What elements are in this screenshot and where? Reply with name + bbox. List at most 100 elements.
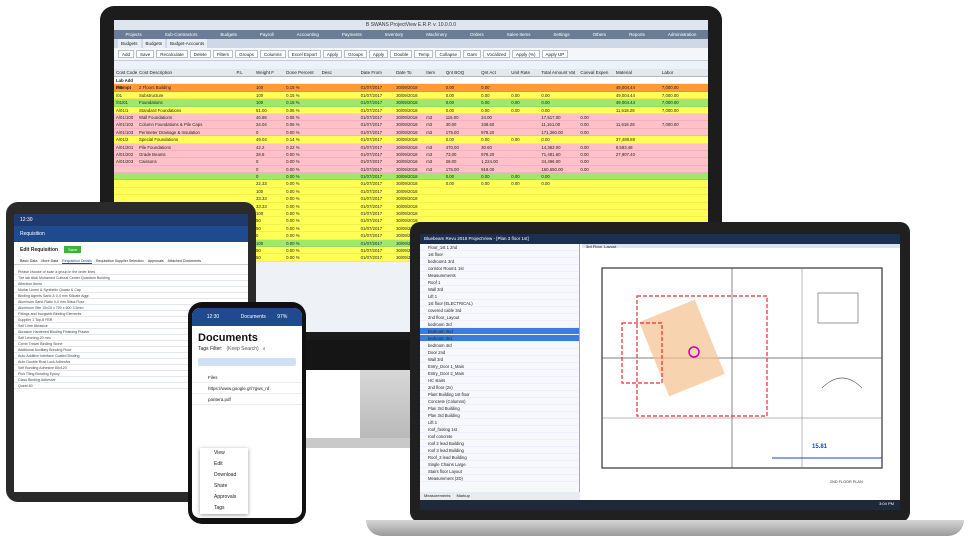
column-header[interactable]: Weight F [256,69,286,76]
menu-item[interactable]: Payroll [260,30,274,39]
menu-item[interactable]: Sales-Items [507,30,531,39]
column-header[interactable]: Desc [322,69,342,76]
tree-item[interactable]: 2nd floor_Layout [420,314,579,321]
table-row[interactable]: A/01/201 Pile Foundations 42.2 0.22 % 01/07/… [114,143,708,151]
tree-item[interactable]: roof_footing 1st [420,426,579,433]
table-row[interactable]: /01/01 Foundations 100 0.15 % 01/07/2017 30/0… [114,99,708,107]
menu-item[interactable]: Orders [470,30,484,39]
save-button[interactable]: Save [64,246,82,253]
menu-item[interactable]: Budgets [220,30,237,39]
menu-item[interactable]: Others [593,30,607,39]
column-header[interactable]: Total Amount Vat [541,69,580,76]
column-header[interactable]: Material [616,69,662,76]
tree-item[interactable]: corridor Room1 1st [420,265,579,272]
tree-item[interactable]: Lift 1 [420,419,579,426]
tree-item[interactable]: Measurement (2D) [420,475,579,482]
tree-item[interactable]: bedroom 3rd [420,335,579,342]
column-header[interactable]: Coeval Expen [580,69,615,76]
toolbar-button[interactable]: Collapse [435,50,461,58]
tree-item[interactable]: Door 2nd [420,349,579,356]
tree-item[interactable]: Lift 1 [420,293,579,300]
table-row[interactable]: A/01/203 Caissons 0 0.00 % 01/07/2017 30/09/2… [114,158,708,166]
tree-item[interactable]: bedroom 4rd [420,342,579,349]
tab-markup[interactable]: Markup [456,492,469,500]
menu-item[interactable]: Tags [200,503,248,514]
tree-item[interactable]: Roof 1 [420,279,579,286]
column-header[interactable]: Cost Description [139,69,236,76]
tree-item[interactable]: Plan 3rd Building [420,412,579,419]
tree-item[interactable]: bedroom1 3rd [420,258,579,265]
tablet-tab[interactable]: Approvals [148,257,164,264]
menu-item[interactable]: Machinery [426,30,447,39]
tree-item[interactable]: Stairs floor Layout [420,468,579,475]
tree-item[interactable]: Concrete (Columns) [420,398,579,405]
table-row[interactable]: A/01/103 Perimeter Drainage & Insulation 0… [114,128,708,137]
column-header[interactable] [341,69,361,76]
menu-item[interactable]: Payments [342,30,362,39]
menu-item[interactable]: Sub-Contractors [165,30,198,39]
tree-item[interactable]: Wall 3rd [420,286,579,293]
toolbar-button[interactable]: Groups [344,50,367,58]
table-row[interactable]: 22.33 0.00 % 01/07/2017 30/09/2018 0.00 0.00 0… [114,180,708,188]
menu-item[interactable]: Projects [125,30,141,39]
file-item[interactable]: pantera.pdf [192,394,302,405]
tree-item[interactable]: Roof_3 lead Building [420,454,579,461]
tree-item[interactable]: Wall 3rd [420,356,579,363]
table-row[interactable]: /2B 2 Floors Building 100 0.15 % 01/07/2017 3… [114,84,708,92]
toolbar-button[interactable]: Vocalized [482,50,510,58]
table-row[interactable]: 0 0.00 % 01/07/2017 30/09/2018 m3 175.00 918.0… [114,165,708,174]
column-header[interactable]: Date From [361,69,396,76]
toolbar-button[interactable]: Delete [189,50,211,58]
table-row[interactable]: A/01/1 Standard Foundations 51.00 0.06 % 01/… [114,106,708,114]
tablet-tab[interactable]: Basic Data [20,257,37,264]
document-tab[interactable]: Budget-Accounts [167,39,208,48]
menu-item[interactable]: Share [200,481,248,492]
column-header[interactable]: Unit Rate [511,69,541,76]
toolbar-button[interactable]: Gant [462,50,481,58]
tablet-tab[interactable]: More Data [41,257,58,264]
table-row[interactable]: A/01/202 Grade Beams 28.8 0.00 % 01/07/2017 3… [114,150,708,159]
toolbar-button[interactable]: Add [118,50,135,58]
toolbar-button[interactable]: Apply [322,50,343,58]
toolbar-button[interactable]: Columns [259,50,286,58]
toolbar-button[interactable]: Temp [414,50,434,58]
toolbar-button[interactable]: Apply [368,50,389,58]
document-tab[interactable]: Budgets [118,39,141,48]
toolbar-button[interactable]: Double [390,50,413,58]
tree-item[interactable]: roof concrete [420,433,579,440]
tree-item[interactable]: bedroom 2nd [420,328,579,335]
menu-item[interactable]: Inventory [385,30,404,39]
table-row[interactable]: A/01/2 Special Foundations 49.04 0.14 % 01/0… [114,136,708,144]
menu-item[interactable]: View [200,448,248,459]
tree-item[interactable]: Entry_Door 2_Main [420,370,579,377]
toolbar-button[interactable]: Groups [235,50,258,58]
column-header[interactable]: Qnt Act [481,69,511,76]
search-icon[interactable]: ⌕ [263,346,266,352]
column-header[interactable]: Cost Code [114,69,139,76]
column-header[interactable]: Item [426,69,446,76]
tree-item[interactable]: 2nd floor (2x) [420,384,579,391]
toolbar-button[interactable]: Save [136,50,155,58]
table-row[interactable]: 100 0.00 % 01/07/2017 30/09/2018 [114,187,708,196]
tablet-tab[interactable]: Requisition Supplier Selection [96,257,144,264]
toolbar-button[interactable]: Excel Export [287,50,321,58]
menu-item[interactable]: Settings [553,30,569,39]
menu-item[interactable]: Administration [668,30,697,39]
table-row[interactable]: 0 0.00 % 01/07/2017 30/09/2018 0.00 0.00 0.00 0… [114,173,708,181]
toolbar-button[interactable]: Apply (%) [511,50,540,58]
table-row[interactable]: /01 Substructure 100 0.15 % 01/07/2017 30/09/… [114,91,708,100]
tree-item[interactable]: bedroom 3rd [420,321,579,328]
tree-item[interactable]: covered cable 3rd [420,307,579,314]
tree-item[interactable]: Measurements [420,272,579,279]
search-input[interactable] [198,358,296,366]
tab-measurements[interactable]: Measurements [424,492,450,500]
toolbar-button[interactable]: Filters [212,50,234,58]
table-row[interactable]: A/01/102 Column Foundations & Pile Caps 34… [114,121,708,129]
column-header[interactable]: Qnt BOQ [446,69,481,76]
tree-item[interactable]: 1st floor [420,251,579,258]
toolbar-button[interactable]: Recalculate [156,50,188,58]
menu-item[interactable]: Download [200,470,248,481]
file-item[interactable]: https://www.google.gr/?gws_rd [192,383,302,394]
documents-tab[interactable]: Documents [241,314,266,320]
column-header[interactable]: P.L [237,69,257,76]
